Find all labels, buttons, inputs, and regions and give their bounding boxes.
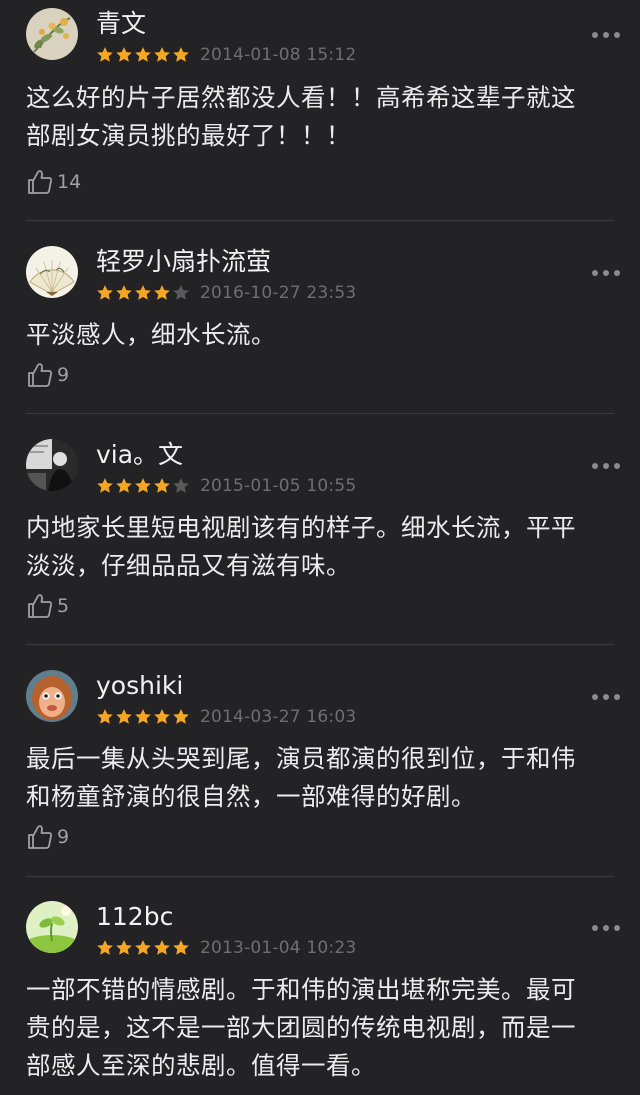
review-text-line: 贵的是，这不是一部大团圆的传统电视剧，而是一 bbox=[26, 1013, 576, 1042]
thumbs-up-icon bbox=[28, 170, 52, 194]
star-icon bbox=[173, 285, 189, 300]
user-avatar[interactable] bbox=[26, 901, 78, 953]
user-name[interactable]: 112bc bbox=[96, 901, 173, 933]
review-text-line: 平淡感人，细水长流。 bbox=[26, 320, 276, 349]
review-date: 2016-10-27 23:53 bbox=[200, 283, 357, 303]
flower-painting-avatar-icon bbox=[26, 8, 78, 60]
star-icon bbox=[154, 940, 170, 955]
review-item: 112bc 2013-01-04 10:23 一部不错的情感剧。于和伟的演出堪称… bbox=[0, 887, 640, 1095]
star-icon bbox=[173, 47, 189, 62]
star-icon bbox=[116, 478, 132, 493]
review-text: 内地家长里短电视剧该有的样子。细水长流，平平 淡淡，仔细品品又有滋有味。 bbox=[26, 509, 616, 585]
review-text: 这么好的片子居然都没人看！！高希希这辈子就这 部剧女演员挑的最好了！！！ bbox=[26, 79, 616, 155]
review-text-line: 部剧女演员挑的最好了！！！ bbox=[26, 121, 351, 150]
star-rating bbox=[96, 708, 190, 726]
monkey-avatar-icon bbox=[26, 670, 78, 722]
star-icon bbox=[173, 709, 189, 724]
star-icon bbox=[154, 47, 170, 62]
review-text-line: 和杨童舒演的很自然，一部难得的好剧。 bbox=[26, 782, 476, 811]
star-rating bbox=[96, 284, 190, 302]
star-icon bbox=[154, 285, 170, 300]
review-date: 2015-01-05 10:55 bbox=[200, 476, 357, 496]
star-rating bbox=[96, 477, 190, 495]
more-dots-icon[interactable] bbox=[592, 692, 620, 702]
like-count: 9 bbox=[57, 364, 70, 386]
like-button[interactable]: 9 bbox=[26, 822, 69, 852]
more-dots-icon[interactable] bbox=[592, 268, 620, 278]
review-feed: 青文 2014-01-08 15:12 这么好的片子居然都没人看！！高希希这辈子… bbox=[0, 0, 640, 1095]
star-icon bbox=[135, 285, 151, 300]
review-text-line: 一部不错的情感剧。于和伟的演出堪称完美。最可 bbox=[26, 975, 576, 1004]
review-item: 轻罗小扇扑流萤 2016-10-27 23:53 平淡感人，细水长流。 9 bbox=[0, 232, 640, 414]
like-button[interactable]: 5 bbox=[26, 591, 69, 621]
star-icon bbox=[135, 47, 151, 62]
user-avatar[interactable] bbox=[26, 439, 78, 491]
user-name[interactable]: via。文 bbox=[96, 439, 183, 471]
star-icon bbox=[116, 940, 132, 955]
review-text-line: 内地家长里短电视剧该有的样子。细水长流，平平 bbox=[26, 513, 576, 542]
review-date: 2014-01-08 15:12 bbox=[200, 45, 357, 65]
user-name[interactable]: yoshiki bbox=[96, 670, 183, 702]
thumbs-up-icon bbox=[28, 363, 52, 387]
rating-meta: 2015-01-05 10:55 bbox=[96, 475, 356, 497]
review-text: 平淡感人，细水长流。 bbox=[26, 316, 616, 354]
more-dots-icon[interactable] bbox=[592, 923, 620, 933]
like-button[interactable]: 14 bbox=[26, 167, 81, 197]
review-date: 2013-01-04 10:23 bbox=[200, 938, 357, 958]
star-icon bbox=[97, 285, 113, 300]
review-text-line: 淡淡，仔细品品又有滋有味。 bbox=[26, 551, 351, 580]
star-icon bbox=[135, 478, 151, 493]
thumbs-up-icon bbox=[28, 594, 52, 618]
user-avatar[interactable] bbox=[26, 8, 78, 60]
star-icon bbox=[154, 478, 170, 493]
rating-meta: 2014-01-08 15:12 bbox=[96, 44, 356, 66]
star-icon bbox=[97, 47, 113, 62]
rating-meta: 2016-10-27 23:53 bbox=[96, 282, 356, 304]
review-item: 青文 2014-01-08 15:12 这么好的片子居然都没人看！！高希希这辈子… bbox=[0, 0, 640, 226]
thumbs-up-icon bbox=[28, 825, 52, 849]
star-icon bbox=[116, 285, 132, 300]
review-text-line: 部感人至深的悲剧。值得一看。 bbox=[26, 1051, 376, 1080]
review-text-line: 这么好的片子居然都没人看！！高希希这辈子就这 bbox=[26, 83, 576, 112]
user-avatar[interactable] bbox=[26, 670, 78, 722]
star-rating bbox=[96, 46, 190, 64]
star-icon bbox=[116, 47, 132, 62]
star-icon bbox=[97, 940, 113, 955]
more-dots-icon[interactable] bbox=[592, 461, 620, 471]
like-count: 5 bbox=[57, 595, 70, 617]
rating-meta: 2014-03-27 16:03 bbox=[96, 706, 356, 728]
divider bbox=[26, 220, 614, 221]
star-rating bbox=[96, 939, 190, 957]
star-icon bbox=[154, 709, 170, 724]
divider bbox=[26, 876, 614, 877]
rating-meta: 2013-01-04 10:23 bbox=[96, 937, 356, 959]
user-avatar[interactable] bbox=[26, 246, 78, 298]
review-item: via。文 2015-01-05 10:55 内地家长里短电视剧该有的样子。细水… bbox=[0, 425, 640, 647]
folding-fan-avatar-icon bbox=[26, 246, 78, 298]
review-date: 2014-03-27 16:03 bbox=[200, 707, 357, 727]
star-icon bbox=[173, 940, 189, 955]
star-icon bbox=[135, 940, 151, 955]
star-icon bbox=[97, 709, 113, 724]
more-dots-icon[interactable] bbox=[592, 30, 620, 40]
black-white-photo-avatar-icon bbox=[26, 439, 78, 491]
star-icon bbox=[97, 478, 113, 493]
green-sprout-avatar-icon bbox=[26, 901, 78, 953]
star-icon bbox=[135, 709, 151, 724]
like-button[interactable]: 9 bbox=[26, 360, 69, 390]
star-icon bbox=[116, 709, 132, 724]
review-text: 一部不错的情感剧。于和伟的演出堪称完美。最可 贵的是，这不是一部大团圆的传统电视… bbox=[26, 971, 616, 1085]
user-name[interactable]: 轻罗小扇扑流萤 bbox=[96, 246, 271, 278]
like-count: 14 bbox=[57, 171, 82, 193]
star-icon bbox=[173, 478, 189, 493]
like-count: 9 bbox=[57, 826, 70, 848]
review-text-line: 最后一集从头哭到尾，演员都演的很到位，于和伟 bbox=[26, 744, 576, 773]
user-name[interactable]: 青文 bbox=[96, 8, 146, 40]
review-item: yoshiki 2014-03-27 16:03 最后一集从头哭到尾，演员都演的… bbox=[0, 656, 640, 878]
divider bbox=[26, 413, 614, 414]
review-text: 最后一集从头哭到尾，演员都演的很到位，于和伟 和杨童舒演的很自然，一部难得的好剧… bbox=[26, 740, 616, 816]
divider bbox=[26, 644, 614, 645]
